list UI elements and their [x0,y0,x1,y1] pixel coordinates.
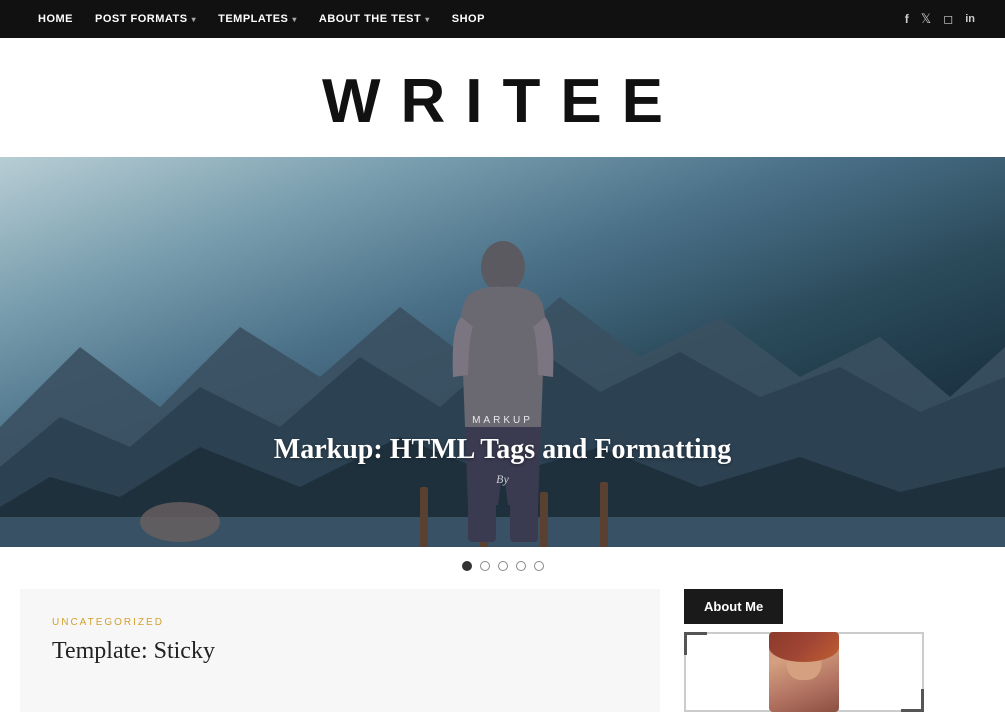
twitter-icon[interactable]: 𝕏 [921,11,931,27]
article-card: UNCATEGORIZED Template: Sticky [20,589,660,712]
sidebar: About Me [660,589,970,712]
linkedin-icon[interactable]: in [965,13,975,25]
templates-chevron-icon: ▾ [292,15,297,24]
slider-dot-4[interactable] [516,561,526,571]
hero-category: MARKUP [274,415,731,426]
about-me-card: About Me [684,589,970,712]
hero-by: By [274,472,731,487]
about-me-frame [684,632,924,712]
nav-links: HOME POST FORMATS ▾ TEMPLATES ▾ ABOUT TH… [30,9,493,29]
hero-person-silhouette [433,227,573,547]
nav-item-home[interactable]: HOME [30,9,81,29]
main-nav: HOME POST FORMATS ▾ TEMPLATES ▾ ABOUT TH… [0,0,1005,38]
article-title[interactable]: Template: Sticky [52,638,628,665]
facebook-icon[interactable]: f [905,12,909,26]
site-title[interactable]: WRITEE [0,66,1005,137]
hero-title[interactable]: Markup: HTML Tags and Formatting [274,434,731,466]
post-formats-chevron-icon: ▾ [192,15,197,24]
site-header: WRITEE [0,38,1005,157]
about-me-button[interactable]: About Me [684,589,783,624]
about-chevron-icon: ▾ [425,15,430,24]
slider-dot-1[interactable] [462,561,472,571]
nav-item-about[interactable]: ABOUT THE TEST ▾ [311,9,438,29]
hero-slider: MARKUP Markup: HTML Tags and Formatting … [0,157,1005,547]
slider-dots [0,547,1005,589]
slider-dot-3[interactable] [498,561,508,571]
nav-social: f 𝕏 ◻ in [905,11,975,27]
slider-dot-5[interactable] [534,561,544,571]
avatar [769,632,839,712]
nav-item-post-formats[interactable]: POST FORMATS ▾ [87,9,204,29]
hero-overlay: MARKUP Markup: HTML Tags and Formatting … [274,415,731,487]
article-category[interactable]: UNCATEGORIZED [52,617,628,628]
nav-item-shop[interactable]: SHOP [444,9,493,29]
hero-image: MARKUP Markup: HTML Tags and Formatting … [0,157,1005,547]
slider-dot-2[interactable] [480,561,490,571]
nav-item-templates[interactable]: TEMPLATES ▾ [210,9,305,29]
instagram-icon[interactable]: ◻ [943,12,953,27]
bottom-section: UNCATEGORIZED Template: Sticky About Me [0,589,1005,712]
